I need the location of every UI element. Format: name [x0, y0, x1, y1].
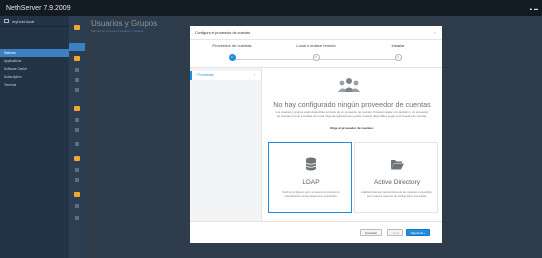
- wizard-content: No hay configurado ningún proveedor de c…: [262, 68, 442, 221]
- sidebar-item-sistema[interactable]: Sistema: [0, 49, 69, 57]
- sidebar: myhost.local Sistema Applications Softwa…: [0, 16, 69, 258]
- empty-state-description: Los usuarios y grupos están disponibles …: [275, 110, 429, 118]
- provider-description: Habilita todas las características de la…: [361, 191, 433, 198]
- tools-icon[interactable]: [75, 204, 79, 208]
- cancel-button[interactable]: Cancelar: [360, 229, 382, 236]
- share-icon[interactable]: [75, 88, 79, 92]
- info-icon[interactable]: [75, 216, 79, 220]
- wizard-nav: ‹ Proveedor ›: [190, 68, 262, 221]
- modal-header: Configura el proveedor de cuentas ×: [190, 26, 442, 40]
- sidebar-item-terminal[interactable]: Terminal: [0, 81, 69, 89]
- subtitle-link[interactable]: Usuarios y Grupos: [119, 29, 144, 33]
- empty-state-headline: No hay configurado ningún proveedor de c…: [273, 100, 431, 109]
- caret-left-icon: ‹: [196, 73, 198, 77]
- nav-item-provider[interactable]: ‹ Proveedor ›: [190, 71, 261, 80]
- database-icon: [305, 157, 317, 171]
- folder-icon[interactable]: [74, 25, 80, 30]
- provider-name: LDAP: [302, 179, 320, 186]
- nav-item-label: Proveedor: [198, 73, 214, 77]
- choose-provider-label: Elige el proveedor de cuentas:: [330, 126, 374, 130]
- host-name: myhost.local: [12, 18, 35, 24]
- sidebar-item-subscription[interactable]: Subscription: [0, 73, 69, 81]
- folder-icon[interactable]: [74, 156, 80, 161]
- app-title: NethServer 7.9.2009: [6, 4, 71, 12]
- step-label: Local o enlace remoto: [296, 43, 336, 48]
- top-bar: NethServer 7.9.2009 ▲ ▬: [0, 0, 542, 16]
- step-label: Proveedor de cuentas: [212, 43, 252, 48]
- close-icon[interactable]: ×: [434, 26, 436, 40]
- modal-title: Configura el proveedor de cuentas: [195, 31, 251, 35]
- wizard-steps: Proveedor de cuentas 1 Local o enlace re…: [190, 40, 442, 68]
- host-selector[interactable]: myhost.local: [0, 16, 69, 27]
- step-dot: 2: [312, 54, 320, 61]
- users-icon: [338, 78, 360, 92]
- provider-card-active-directory[interactable]: Active Directory Habilita todas las cara…: [354, 142, 438, 213]
- sidebar-item-software-center[interactable]: Software Center: [0, 65, 69, 73]
- step-account-provider: Proveedor de cuentas 1: [192, 43, 272, 61]
- server-icon: [4, 19, 9, 23]
- folder-open-icon: [391, 160, 404, 170]
- lock-icon[interactable]: [75, 168, 79, 172]
- link-icon[interactable]: [75, 142, 79, 146]
- provider-description: Fácil de configurar, pero no soporta el …: [282, 191, 340, 198]
- list-icon[interactable]: [75, 118, 79, 122]
- previous-button[interactable]: ‹ Atrás: [387, 229, 403, 236]
- dashboard-icon[interactable]: [69, 43, 85, 51]
- next-button[interactable]: Siguiente ›: [406, 229, 430, 236]
- provider-card-ldap[interactable]: LDAP Fácil de configurar, pero no soport…: [268, 142, 352, 213]
- icon-rail: [69, 16, 85, 258]
- provider-name: Active Directory: [373, 179, 421, 186]
- subtitle-prefix: Manual de Usuarios: [91, 29, 118, 33]
- page-title: Usuarios y Grupos: [91, 19, 158, 28]
- page-subtitle: Manual de Usuarios Usuarios y Grupos: [91, 29, 143, 33]
- folder-icon[interactable]: [74, 106, 80, 111]
- settings-icon[interactable]: [75, 128, 79, 132]
- network-icon[interactable]: [75, 78, 79, 82]
- step-label: Instalar: [391, 43, 405, 48]
- chart-icon[interactable]: [75, 68, 79, 72]
- account-provider-wizard: Configura el proveedor de cuentas × Prov…: [190, 26, 442, 243]
- step-install: Instalar 3: [358, 43, 438, 61]
- user-menu[interactable]: ▲ ▬: [529, 6, 538, 11]
- modal-footer: Cancelar ‹ Atrás Siguiente ›: [190, 221, 442, 243]
- step-dot: 3: [394, 54, 402, 61]
- folder-icon[interactable]: [74, 56, 80, 61]
- sidebar-item-applications[interactable]: Applications: [0, 57, 69, 65]
- folder-icon[interactable]: [74, 192, 80, 197]
- step-dot: 1: [228, 54, 236, 61]
- step-local-or-remote: Local o enlace remoto 2: [276, 43, 356, 61]
- chevron-right-icon: ›: [253, 73, 255, 77]
- shield-icon[interactable]: [75, 178, 79, 182]
